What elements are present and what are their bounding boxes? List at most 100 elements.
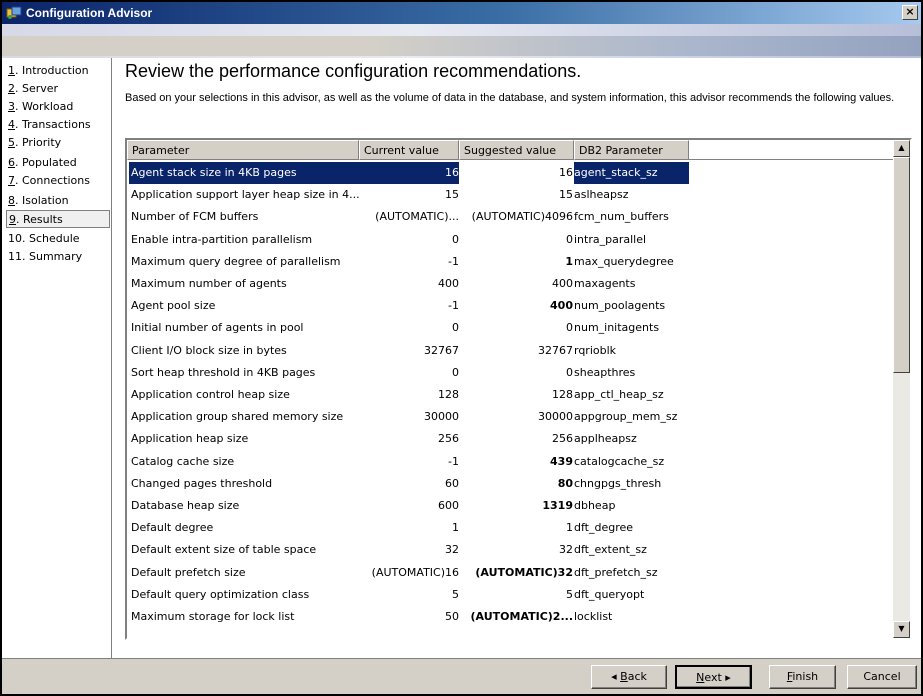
nav-step-1[interactable]: 1. Introduction xyxy=(6,62,110,80)
cell-parameter: Agent stack size in 4KB pages xyxy=(129,162,359,184)
table-row[interactable]: Changed pages threshold 60 80 chngpgs_thres… xyxy=(127,473,893,495)
cell-parameter: Maximum storage for lock list xyxy=(131,610,295,623)
nav-step-label: . Server xyxy=(15,82,59,95)
cell-current-value: 32 xyxy=(445,543,459,557)
table-row[interactable]: Catalog cache size -1 439 catalogcache_sz xyxy=(127,451,893,473)
cell-db2-parameter: agent_stack_sz xyxy=(574,162,689,184)
cell-suggested-value: 32 xyxy=(559,543,573,557)
table-body: Parameter Current value Suggested value … xyxy=(127,140,893,638)
nav-step-6[interactable]: 6. Populated xyxy=(6,154,110,172)
column-header-parameter[interactable]: Parameter xyxy=(127,140,359,160)
table-row[interactable]: Application group shared memory size 3000… xyxy=(127,406,893,428)
cell-current-value: 16 xyxy=(359,162,459,184)
cell-suggested-value: (AUTOMATIC)2... xyxy=(470,610,573,623)
nav-step-7[interactable]: 7. Connections xyxy=(6,172,110,190)
cell-current-value: 60 xyxy=(445,476,459,490)
table-row[interactable]: Default extent size of table space 32 32 df… xyxy=(127,539,893,561)
nav-step-label: . Transactions xyxy=(15,118,91,131)
nav-step-accel: 2 xyxy=(8,82,15,95)
nav-step-label: 11. Summary xyxy=(8,250,83,263)
cell-parameter: Database heap size xyxy=(131,499,240,512)
cell-parameter: Number of FCM buffers xyxy=(131,210,259,224)
table-row[interactable]: Maximum query degree of parallelism -1 1 ma… xyxy=(127,251,893,273)
app-icon xyxy=(6,6,22,19)
step-navigation: 1. Introduction 2. Server 3. Workload 4. Tr… xyxy=(2,58,112,658)
cell-db2-parameter: num_initagents xyxy=(574,321,660,335)
cell-suggested-value: 256 xyxy=(552,432,573,446)
column-header-suggested-value[interactable]: Suggested value xyxy=(459,140,574,160)
nav-step-label: . Workload xyxy=(15,100,74,113)
header-stripe xyxy=(2,36,921,56)
nav-step-5[interactable]: 5. Priority xyxy=(6,134,110,152)
cell-db2-parameter: rqrioblk xyxy=(574,343,617,357)
scroll-down-button[interactable]: ▼ xyxy=(893,621,910,638)
cell-suggested-value: 15 xyxy=(559,188,573,202)
cell-current-value: 0 xyxy=(452,365,459,379)
finish-button[interactable]: Finish xyxy=(769,665,836,689)
nav-step-accel: 5 xyxy=(8,136,15,149)
nav-step-label: . Results xyxy=(16,213,63,226)
nav-step-11[interactable]: 11. Summary xyxy=(6,248,110,266)
nav-step-accel: 1 xyxy=(8,64,15,77)
next-arrow-icon: ▸ xyxy=(725,671,731,684)
nav-step-8[interactable]: 8. Isolation xyxy=(6,192,110,210)
cell-parameter: Client I/O block size in bytes xyxy=(131,343,287,357)
nav-step-label: . Isolation xyxy=(15,194,69,207)
column-header-db2-parameter[interactable]: DB2 Parameter xyxy=(574,140,689,160)
table-row[interactable]: Database heap size 600 1319 dbheap xyxy=(127,495,893,517)
next-button[interactable]: Next ▸ xyxy=(675,665,752,689)
title-bar: Configuration Advisor × xyxy=(2,2,921,24)
table-row[interactable]: Enable intra-partition parallelism 0 0 intr… xyxy=(127,229,893,251)
cell-parameter: Changed pages threshold xyxy=(131,476,273,490)
nav-step-accel: 7 xyxy=(8,174,15,187)
cell-db2-parameter: app_ctl_heap_sz xyxy=(574,388,664,401)
cell-suggested-value: 1 xyxy=(565,254,573,268)
nav-step-label: . Priority xyxy=(15,136,62,149)
nav-step-accel: 9 xyxy=(9,213,16,226)
cell-db2-parameter: aslheapsz xyxy=(574,188,629,202)
vertical-scrollbar[interactable]: ▲ ▼ xyxy=(893,140,910,638)
nav-step-4[interactable]: 4. Transactions xyxy=(6,116,110,134)
back-button[interactable]: ◂ Back xyxy=(591,665,667,689)
nav-step-accel: 3 xyxy=(8,100,15,113)
table-row[interactable]: Application heap size 256 256 applheapsz xyxy=(127,428,893,450)
back-arrow-icon: ◂ xyxy=(611,670,617,683)
table-row[interactable]: Application support layer heap size in 4… xyxy=(127,184,893,206)
nav-step-label: . Connections xyxy=(15,174,90,187)
scroll-up-button[interactable]: ▲ xyxy=(893,140,910,157)
table-row[interactable]: Default degree 1 1 dft_degree xyxy=(127,517,893,539)
cell-current-value: 256 xyxy=(438,432,459,446)
nav-step-10[interactable]: 10. Schedule xyxy=(6,230,110,248)
table-row[interactable]: Default query optimization class 5 5 dft_qu… xyxy=(127,584,893,606)
scroll-thumb[interactable] xyxy=(893,157,910,373)
table-row[interactable]: Agent pool size -1 400 num_poolagents xyxy=(127,295,893,317)
cell-current-value: 600 xyxy=(438,499,459,512)
table-row[interactable]: Maximum number of agents 400 400 maxagents xyxy=(127,273,893,295)
table-row[interactable]: Default prefetch size (AUTOMATIC)16 (AUTOM… xyxy=(127,562,893,584)
cell-suggested-value: 5 xyxy=(566,587,573,601)
nav-step-2[interactable]: 2. Server xyxy=(6,80,110,98)
cell-db2-parameter: catalogcache_sz xyxy=(574,454,665,468)
cancel-button[interactable]: Cancel xyxy=(847,665,917,689)
configuration-advisor-window: Configuration Advisor × 1. Introduction 2… xyxy=(0,0,923,696)
cell-current-value: 5 xyxy=(452,587,459,601)
cell-suggested-value: 16 xyxy=(559,166,573,179)
back-label: ack xyxy=(627,670,647,683)
cell-current-value: 30000 xyxy=(424,410,459,424)
cell-parameter: Initial number of agents in pool xyxy=(131,321,304,335)
nav-step-9[interactable]: 9. Results xyxy=(6,210,110,228)
cell-current-value: 15 xyxy=(445,188,459,202)
table-row[interactable]: Number of FCM buffers (AUTOMATIC)... (AUTO… xyxy=(127,206,893,228)
column-header-filler xyxy=(689,140,893,160)
table-row[interactable]: Sort heap threshold in 4KB pages 0 0 sheapt… xyxy=(127,362,893,384)
table-row[interactable]: Agent stack size in 4KB pages 16 16 agent_s… xyxy=(127,162,893,184)
nav-step-3[interactable]: 3. Workload xyxy=(6,98,110,116)
nav-step-accel: 6 xyxy=(8,156,15,169)
column-header-current-value[interactable]: Current value xyxy=(359,140,459,160)
table-row[interactable]: Application control heap size 128 128 app_c… xyxy=(127,384,893,406)
table-row[interactable]: Initial number of agents in pool 0 0 num_in… xyxy=(127,317,893,339)
table-row[interactable]: Maximum storage for lock list 50 (AUTOMATI… xyxy=(127,606,893,628)
cell-parameter: Catalog cache size xyxy=(131,454,235,468)
table-row[interactable]: Client I/O block size in bytes 32767 32767… xyxy=(127,340,893,362)
close-button[interactable]: × xyxy=(902,5,918,20)
